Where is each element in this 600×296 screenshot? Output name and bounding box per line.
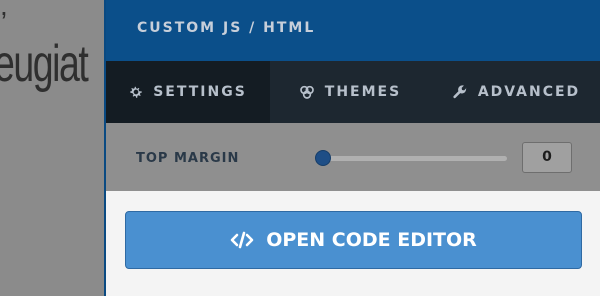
top-margin-slider-track[interactable] — [321, 156, 507, 161]
panel-header: CUSTOM JS / HTML — [106, 0, 600, 61]
top-margin-value-input[interactable]: 0 — [522, 142, 572, 173]
top-margin-row: TOP MARGIN 0 — [106, 123, 600, 191]
panel-title: CUSTOM JS / HTML — [137, 20, 316, 36]
code-editor-row: OPEN CODE EDITOR — [106, 191, 600, 296]
top-margin-label: TOP MARGIN — [136, 151, 240, 166]
background-top-text: , — [0, 0, 8, 21]
code-icon — [230, 231, 254, 249]
tab-themes-label: THEMES — [324, 84, 402, 100]
open-code-editor-button[interactable]: OPEN CODE EDITOR — [125, 211, 582, 269]
palette-icon — [299, 85, 315, 99]
background-text: eugiat — [0, 35, 89, 93]
top-margin-slider-thumb[interactable] — [315, 150, 331, 166]
tab-bar: SETTINGS THEMES ADVANCED — [106, 61, 600, 123]
wrench-icon — [452, 84, 468, 100]
tab-settings-label: SETTINGS — [153, 84, 247, 100]
open-code-editor-label: OPEN CODE EDITOR — [266, 229, 477, 251]
gear-icon — [129, 85, 143, 99]
tab-themes[interactable]: THEMES — [270, 61, 430, 123]
tab-advanced[interactable]: ADVANCED — [430, 61, 600, 123]
background-page: , eugiat — [0, 0, 104, 296]
custom-js-html-panel: CUSTOM JS / HTML SETTINGS THEMES ADVANCE… — [104, 0, 600, 296]
tab-advanced-label: ADVANCED — [477, 84, 581, 100]
tab-settings[interactable]: SETTINGS — [106, 61, 270, 123]
